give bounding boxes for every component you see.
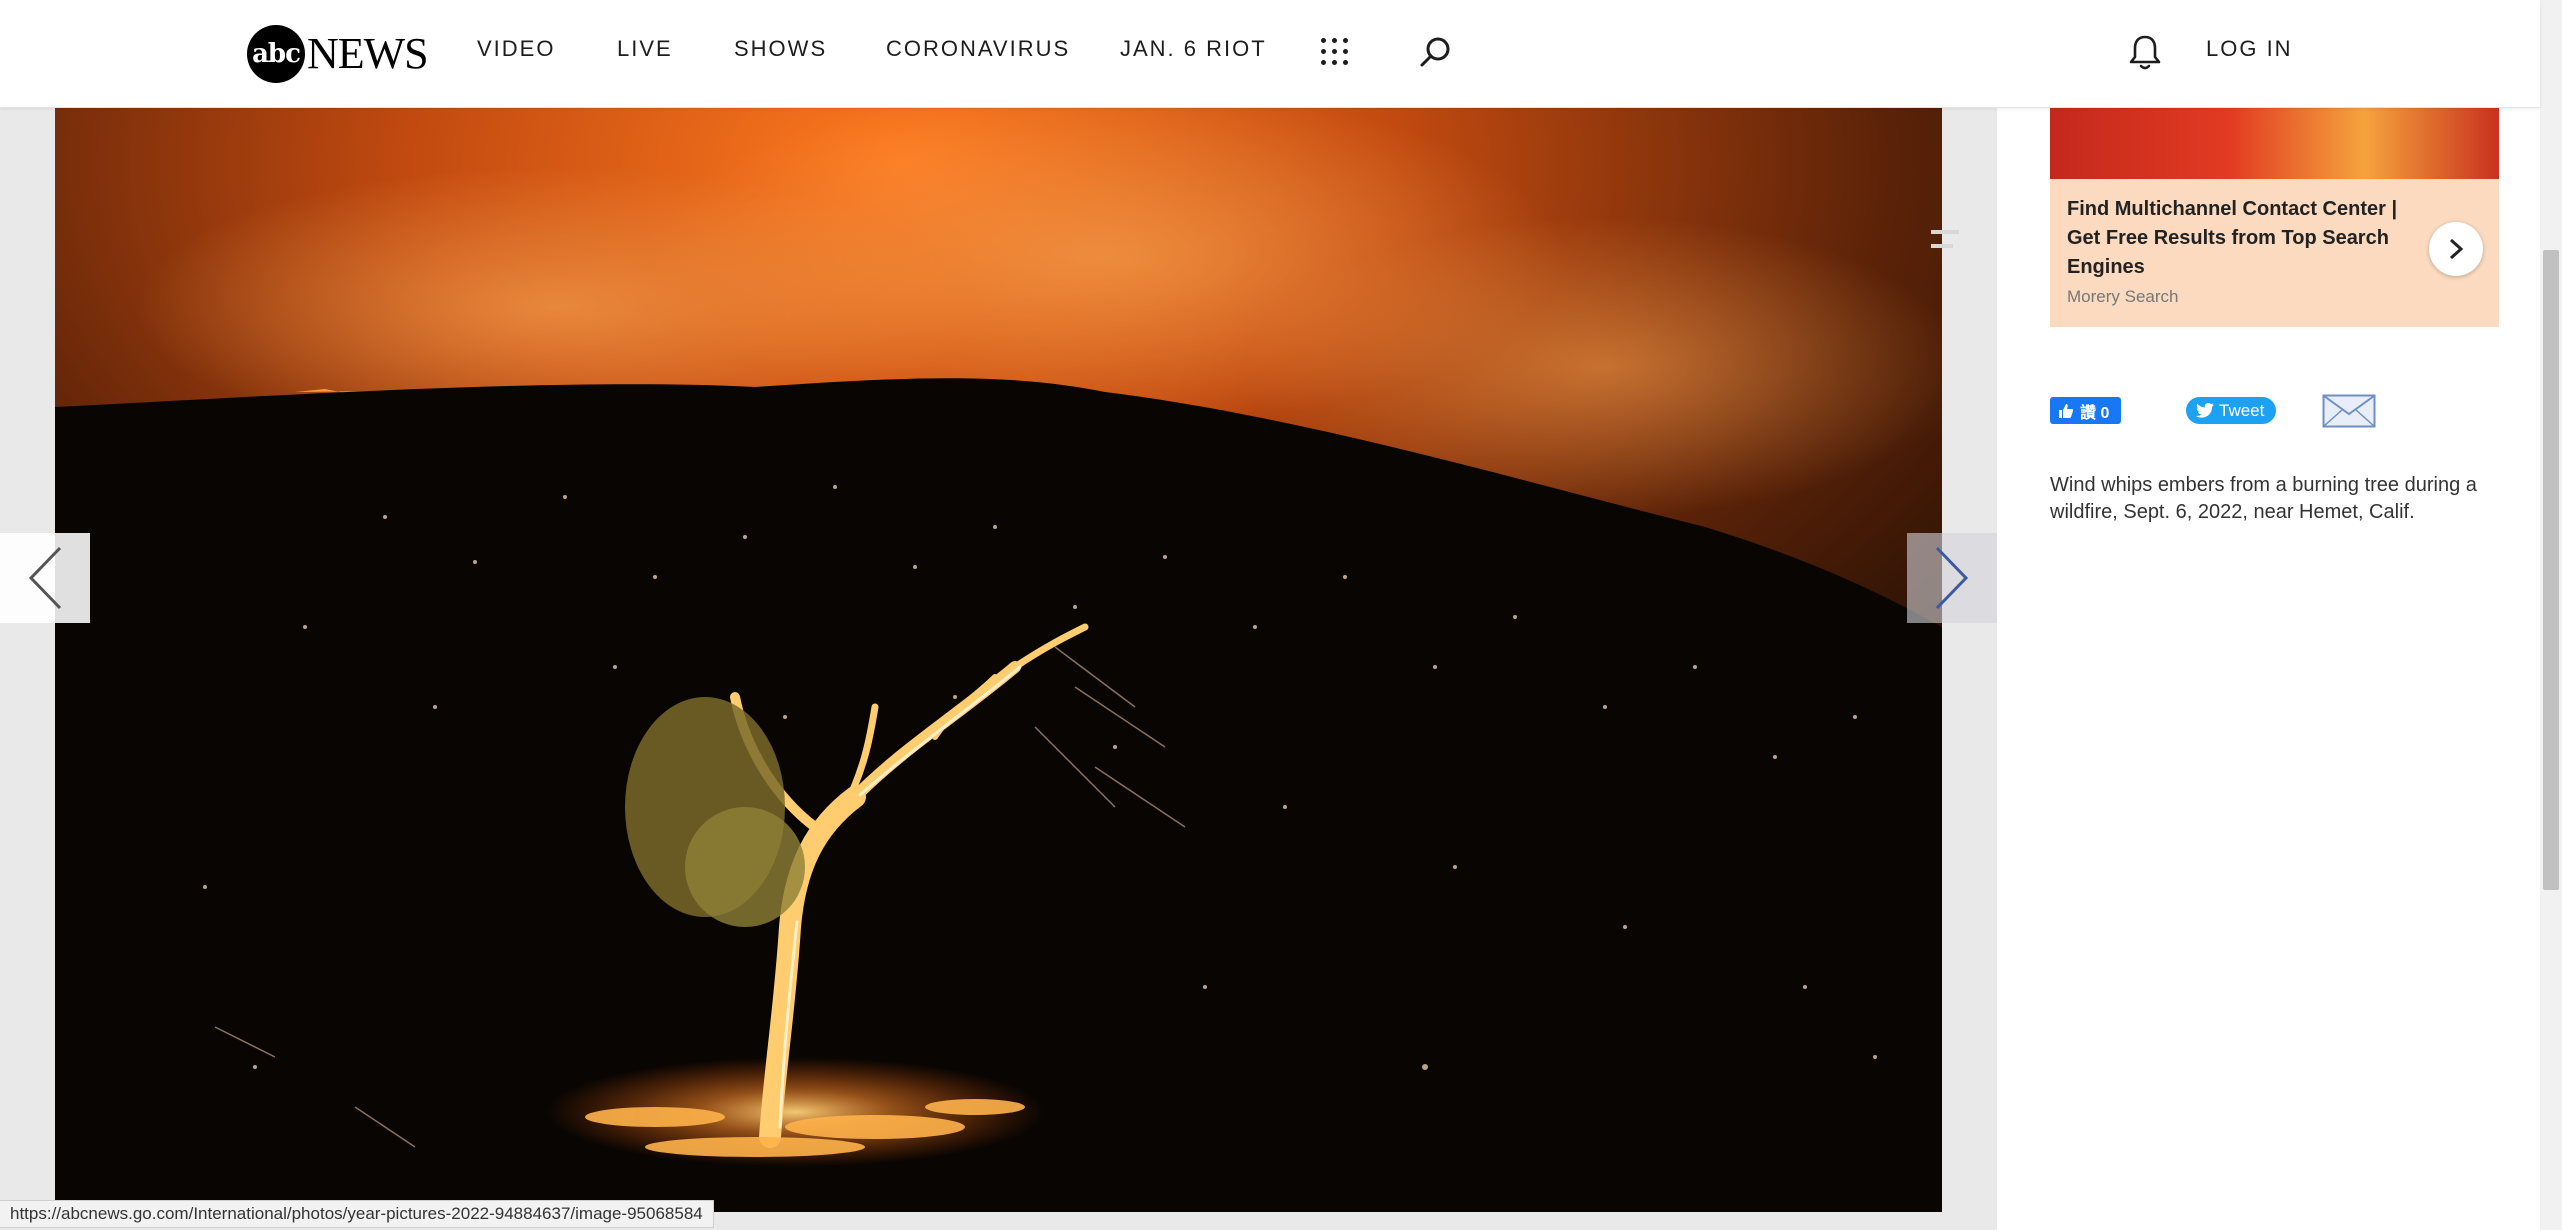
browser-status-url: https://abcnews.go.com/International/pho… xyxy=(0,1200,714,1228)
like-count: 讚 0 xyxy=(2080,404,2110,422)
nav-item-shows[interactable]: SHOWS xyxy=(734,36,827,62)
abc-news-logo[interactable]: abc NEWS xyxy=(247,25,429,83)
scrollbar-thumb[interactable] xyxy=(2543,250,2559,890)
top-navigation: abc NEWS VIDEO LIVE SHOWS CORONAVIRUS JA… xyxy=(0,0,2540,108)
right-rail: Find Multichannel Contact Center | Get F… xyxy=(1997,107,2540,1230)
news-logo-text: NEWS xyxy=(307,29,429,78)
nav-item-jan-6-riot[interactable]: JAN. 6 RIOT xyxy=(1120,36,1267,62)
facebook-like-button[interactable]: 讚 0 xyxy=(2050,397,2122,424)
search-icon[interactable] xyxy=(1418,34,1454,70)
ad-title[interactable]: Find Multichannel Contact Center | Get F… xyxy=(2067,195,2407,282)
nav-item-coronavirus[interactable]: CORONAVIRUS xyxy=(886,36,1070,62)
email-share-icon[interactable] xyxy=(2322,394,2376,428)
nav-item-live[interactable]: LIVE xyxy=(617,36,673,62)
login-link[interactable]: LOG IN xyxy=(2206,36,2293,62)
previous-photo-button[interactable] xyxy=(0,533,90,623)
chevron-left-icon xyxy=(28,546,62,610)
tweet-label: Tweet xyxy=(2219,400,2265,420)
ad-source: Morery Search xyxy=(2067,287,2179,306)
slide-indicator xyxy=(1931,226,1961,256)
chevron-right-icon xyxy=(2449,238,2464,260)
sponsored-ad[interactable]: Find Multichannel Contact Center | Get F… xyxy=(2050,107,2499,327)
page-scrollbar[interactable] xyxy=(2540,0,2562,1230)
next-photo-button[interactable] xyxy=(1907,533,1997,623)
ad-next-button[interactable] xyxy=(2429,222,2483,276)
abc-logo-circle: abc xyxy=(247,25,305,83)
thumbs-up-icon xyxy=(2059,403,2074,418)
nav-item-video[interactable]: VIDEO xyxy=(477,36,555,62)
more-menu-grid-icon[interactable] xyxy=(1321,38,1351,68)
chevron-right-icon xyxy=(1935,546,1969,610)
twitter-bird-icon xyxy=(2196,403,2214,418)
ad-image xyxy=(2050,107,2499,179)
tweet-button[interactable]: Tweet xyxy=(2186,397,2277,424)
photo-caption: Wind whips embers from a burning tree du… xyxy=(2050,474,2477,523)
gallery-photo xyxy=(55,107,1942,1212)
notification-bell-icon[interactable] xyxy=(2127,33,2163,73)
wildfire-photo-image xyxy=(55,107,1942,1212)
